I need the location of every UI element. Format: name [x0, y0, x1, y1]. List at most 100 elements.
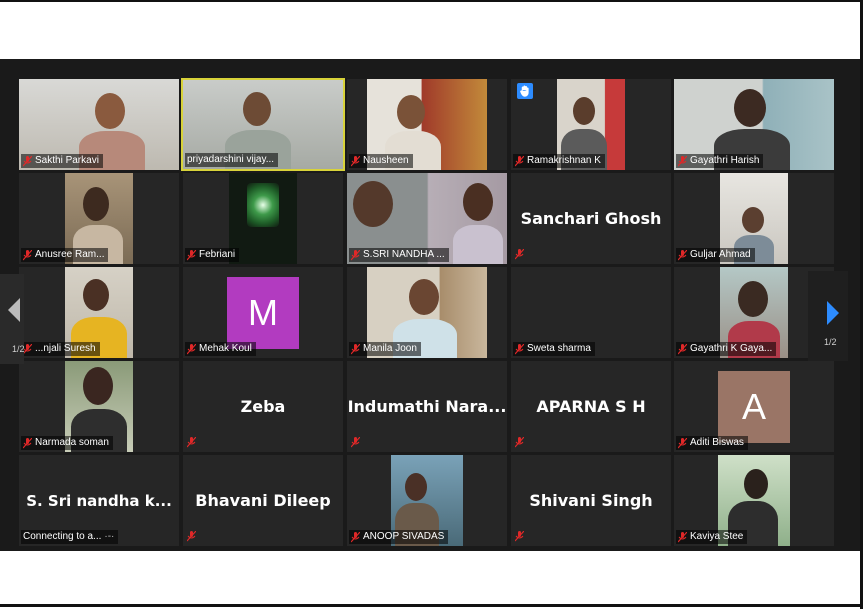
participant-name-label: Manila Joon	[349, 342, 421, 356]
participant-name: Gayathri Harish	[690, 155, 760, 166]
muted-mic-icon	[351, 531, 360, 543]
participant-name-label: Aditi Biswas	[676, 436, 748, 450]
participant-name-label: Sweta sharma	[513, 342, 595, 356]
muted-mic-icon	[187, 343, 196, 355]
muted-mic-icon	[23, 249, 32, 261]
participant-display-name: Sanchari Ghosh	[520, 209, 662, 228]
participant-tile[interactable]: ANOOP SIVADAS	[347, 455, 507, 546]
participant-name: S.SRI NANDHA ...	[363, 249, 445, 260]
muted-mic-icon	[351, 343, 360, 355]
participant-tile[interactable]: Shivani Singh	[511, 455, 671, 546]
participant-tile[interactable]: Sanchari Ghosh	[511, 173, 671, 264]
participant-name: Narmada soman	[35, 437, 109, 448]
participant-name-label: ANOOP SIVADAS	[349, 530, 449, 544]
participant-tile[interactable]: Indumathi Nara...	[347, 361, 507, 452]
page-indicator: 1/2	[12, 344, 25, 354]
participant-name: priyadarshini vijay...	[187, 154, 275, 165]
participant-tile[interactable]: Sweta sharma	[511, 267, 671, 358]
muted-mic-icon	[678, 531, 687, 543]
participant-name-label: Sakthi Parkavi	[21, 154, 103, 168]
participant-tile[interactable]: Guljar Ahmad	[674, 173, 834, 264]
participant-tile[interactable]: Febriani	[183, 173, 343, 264]
connecting-status: Connecting to a...	[23, 531, 102, 542]
muted-mic-icon	[187, 531, 196, 542]
participant-name: Sakthi Parkavi	[35, 155, 99, 166]
muted-mic-icon	[678, 343, 687, 355]
next-page-button[interactable]: 1/2	[808, 271, 848, 361]
muted-mic-icon	[23, 155, 32, 167]
participant-tile[interactable]: Gayathri Harish	[674, 79, 834, 170]
participant-name-label: Kaviya Stee	[676, 530, 748, 544]
participant-tile[interactable]: M Mehak Koul	[183, 267, 343, 358]
screenshot-border-bottom	[0, 604, 863, 607]
muted-mic-icon	[515, 531, 524, 542]
participant-tile[interactable]: A Aditi Biswas	[674, 361, 834, 452]
participant-name: ...njali Suresh	[35, 343, 96, 354]
participant-name: Febriani	[199, 249, 236, 260]
participant-tile[interactable]: Anusree Ram...	[19, 173, 179, 264]
raise-hand-icon	[517, 83, 533, 99]
participant-tile[interactable]: S. Sri nandha k... Connecting to a... ·-·	[19, 455, 179, 546]
participant-name: Guljar Ahmad	[690, 249, 751, 260]
participant-name: ANOOP SIVADAS	[363, 531, 445, 542]
participant-name-label: Gayathri Harish	[676, 154, 764, 168]
participant-name-label: Gayathri K Gaya...	[676, 342, 777, 356]
participant-tile[interactable]: Nausheen	[347, 79, 507, 170]
participant-name: Mehak Koul	[199, 343, 252, 354]
muted-mic-icon	[515, 249, 524, 260]
participant-name: Sweta sharma	[527, 343, 591, 354]
participant-display-name: Indumathi Nara...	[347, 397, 507, 416]
muted-mic-icon	[678, 155, 687, 167]
participant-display-name: APARNA S H	[536, 397, 646, 416]
muted-mic-icon	[351, 249, 360, 261]
muted-mic-icon	[187, 249, 196, 261]
participant-tile[interactable]: Manila Joon	[347, 267, 507, 358]
participant-tile[interactable]: Ramakrishnan K	[511, 79, 671, 170]
participant-name: Nausheen	[363, 155, 409, 166]
screenshot-border-top	[0, 0, 863, 2]
participant-name-label: priyadarshini vijay...	[185, 153, 279, 167]
participant-name-label: S.SRI NANDHA ...	[349, 248, 449, 262]
participant-display-name: Shivani Singh	[529, 491, 653, 510]
participant-name-label: Febriani	[185, 248, 240, 262]
participant-name: Kaviya Stee	[690, 531, 744, 542]
page-indicator: 1/2	[824, 337, 837, 347]
participant-display-name: Zeba	[240, 397, 286, 416]
participant-tile[interactable]: S.SRI NANDHA ...	[347, 173, 507, 264]
participant-tile[interactable]: Bhavani Dileep	[183, 455, 343, 546]
participant-tile[interactable]: Narmada soman	[19, 361, 179, 452]
participant-name-label: Anusree Ram...	[21, 248, 109, 262]
participant-tile[interactable]: APARNA S H	[511, 361, 671, 452]
participant-name-label: Guljar Ahmad	[676, 248, 755, 262]
participant-name-label: Narmada soman	[21, 436, 113, 450]
participant-video	[229, 173, 297, 264]
participant-name: Manila Joon	[363, 343, 417, 354]
muted-mic-icon	[23, 437, 32, 449]
muted-mic-icon	[351, 155, 360, 167]
chevron-left-icon	[8, 298, 20, 322]
participant-display-name: Bhavani Dileep	[195, 491, 331, 510]
participant-name-label: Mehak Koul	[185, 342, 256, 356]
muted-mic-icon	[678, 249, 687, 261]
avatar: A	[718, 371, 790, 443]
muted-mic-icon	[351, 437, 360, 448]
muted-mic-icon	[678, 437, 687, 449]
participant-tile[interactable]: ...njali Suresh	[19, 267, 179, 358]
participant-tile[interactable]: Zeba	[183, 361, 343, 452]
previous-page-button[interactable]: 1/2	[0, 274, 25, 364]
participant-tile[interactable]: Sakthi Parkavi	[19, 79, 179, 170]
connecting-spinner-icon: ·-·	[104, 531, 115, 542]
muted-mic-icon	[187, 437, 196, 448]
participant-tile-active-speaker[interactable]: priyadarshini vijay...	[181, 78, 345, 171]
participant-name: Aditi Biswas	[690, 437, 744, 448]
muted-mic-icon	[515, 437, 524, 448]
muted-mic-icon	[515, 155, 524, 167]
muted-mic-icon	[515, 343, 524, 355]
participant-name-label: Connecting to a... ·-·	[21, 530, 119, 544]
participant-tile[interactable]: Kaviya Stee	[674, 455, 834, 546]
avatar: M	[227, 277, 299, 349]
participant-name-label: Nausheen	[349, 154, 413, 168]
participant-name: Anusree Ram...	[35, 249, 105, 260]
chevron-right-icon	[827, 301, 839, 325]
participant-name-label: ...njali Suresh	[21, 342, 100, 356]
